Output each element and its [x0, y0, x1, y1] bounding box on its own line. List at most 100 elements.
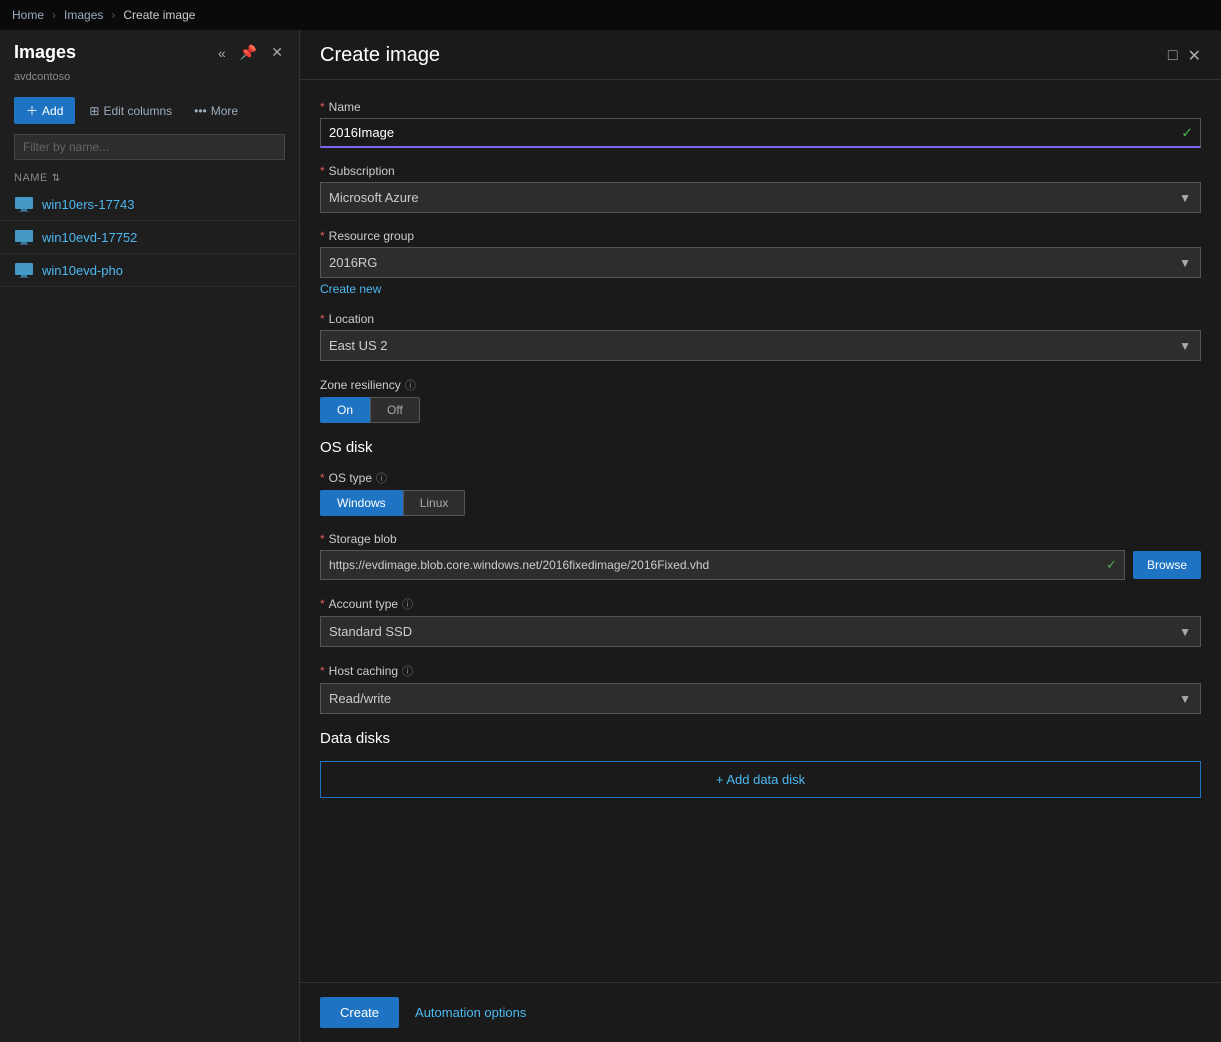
storage-blob-input[interactable] — [320, 550, 1125, 580]
vm-icon — [14, 260, 34, 280]
sidebar: Images « 📌 ✕ avdcontoso ＋ Add ⊞ Edit col… — [0, 30, 300, 1042]
edit-columns-icon: ⊞ — [89, 104, 99, 118]
storage-blob-label: * Storage blob — [320, 532, 1201, 546]
sort-icon: ⇅ — [52, 173, 60, 184]
sidebar-subtitle: avdcontoso — [0, 71, 299, 91]
add-button[interactable]: ＋ Add — [14, 97, 75, 124]
subscription-label-text: Subscription — [329, 164, 395, 178]
collapse-button[interactable]: « — [216, 43, 228, 63]
sidebar-title: Images — [14, 42, 76, 63]
sidebar-search — [14, 134, 285, 160]
name-label-text: Name — [329, 100, 361, 114]
host-caching-info-icon: ⓘ — [402, 663, 413, 679]
name-input[interactable] — [320, 118, 1201, 148]
sidebar-item-name: win10evd-17752 — [42, 230, 137, 245]
required-star: * — [320, 532, 325, 546]
required-star: * — [320, 664, 325, 678]
panel-footer: Create Automation options — [300, 982, 1221, 1042]
nav-sep2: › — [111, 8, 115, 22]
location-label-text: Location — [329, 312, 374, 326]
zone-resiliency-section: Zone resiliency ⓘ On Off — [320, 377, 1201, 423]
edit-columns-button[interactable]: ⊞ Edit columns — [81, 99, 180, 123]
zone-toggle-group: On Off — [320, 397, 1201, 423]
storage-blob-label-text: Storage blob — [329, 532, 397, 546]
subscription-select[interactable]: Microsoft Azure — [320, 182, 1201, 213]
data-disks-section: Data disks + Add data disk — [320, 730, 1201, 798]
os-disk-title: OS disk — [320, 439, 1201, 456]
panel-close-button[interactable]: ✕ — [1188, 46, 1201, 66]
name-column-header: NAME — [14, 172, 48, 184]
resource-group-select-wrap: 2016RG ▼ — [320, 247, 1201, 278]
account-type-info-icon: ⓘ — [402, 596, 413, 612]
data-disks-title: Data disks — [320, 730, 1201, 747]
resource-group-select[interactable]: 2016RG — [320, 247, 1201, 278]
name-label: * Name — [320, 100, 1201, 114]
add-icon: ＋ — [26, 102, 38, 119]
column-header: NAME ⇅ — [0, 168, 299, 188]
os-type-info-icon: ⓘ — [376, 470, 387, 486]
resource-group-label-text: Resource group — [329, 229, 414, 243]
topbar: Home › Images › Create image — [0, 0, 1221, 30]
location-field-section: * Location East US 2 ▼ — [320, 312, 1201, 361]
resource-group-label: * Resource group — [320, 229, 1201, 243]
sidebar-close-button[interactable]: ✕ — [269, 42, 285, 63]
pin-button[interactable]: 📌 — [238, 42, 259, 63]
panel-header: Create image □ ✕ — [300, 30, 1221, 80]
more-icon: ••• — [194, 104, 207, 118]
zone-on-button[interactable]: On — [320, 397, 370, 423]
os-disk-section: OS disk * OS type ⓘ Windows Linux — [320, 439, 1201, 714]
browse-button[interactable]: Browse — [1133, 551, 1201, 579]
host-caching-select-wrap: Read/write ▼ — [320, 683, 1201, 714]
required-star: * — [320, 597, 325, 611]
required-star: * — [320, 229, 325, 243]
automation-options-button[interactable]: Automation options — [415, 1005, 526, 1020]
more-label: More — [211, 104, 238, 118]
subscription-label: * Subscription — [320, 164, 1201, 178]
sidebar-item-name: win10ers-17743 — [42, 197, 135, 212]
create-button[interactable]: Create — [320, 997, 399, 1028]
host-caching-label: * Host caching ⓘ — [320, 663, 1201, 679]
nav-home[interactable]: Home — [12, 8, 44, 22]
name-field-section: * Name ✓ — [320, 100, 1201, 148]
list-item[interactable]: win10evd-pho — [0, 254, 299, 287]
storage-valid-icon: ✓ — [1106, 557, 1117, 573]
os-type-label: * OS type ⓘ — [320, 470, 1201, 486]
sidebar-item-name: win10evd-pho — [42, 263, 123, 278]
sidebar-icons: « 📌 ✕ — [216, 42, 285, 63]
location-select-wrap: East US 2 ▼ — [320, 330, 1201, 361]
location-select[interactable]: East US 2 — [320, 330, 1201, 361]
panel-body: * Name ✓ * Subscription Microsoft Azure — [300, 80, 1221, 982]
required-star: * — [320, 100, 325, 114]
storage-blob-input-wrap: ✓ — [320, 550, 1125, 580]
nav-sep1: › — [52, 8, 56, 22]
host-caching-select[interactable]: Read/write — [320, 683, 1201, 714]
create-new-link[interactable]: Create new — [320, 282, 381, 296]
add-data-disk-button[interactable]: + Add data disk — [320, 761, 1201, 798]
zone-resiliency-label: Zone resiliency ⓘ — [320, 377, 1201, 393]
os-type-label-text: OS type — [329, 471, 372, 485]
panel-header-icons: □ ✕ — [1168, 46, 1201, 66]
search-input[interactable] — [14, 134, 285, 160]
required-star: * — [320, 164, 325, 178]
spacer — [320, 798, 1201, 982]
location-label: * Location — [320, 312, 1201, 326]
os-windows-button[interactable]: Windows — [320, 490, 403, 516]
account-type-select-wrap: Standard SSD ▼ — [320, 616, 1201, 647]
zone-off-button[interactable]: Off — [370, 397, 420, 423]
more-button[interactable]: ••• More — [186, 99, 246, 123]
main-layout: Images « 📌 ✕ avdcontoso ＋ Add ⊞ Edit col… — [0, 30, 1221, 1042]
nav-current: Create image — [123, 8, 195, 22]
account-type-select[interactable]: Standard SSD — [320, 616, 1201, 647]
nav-images[interactable]: Images — [64, 8, 103, 22]
os-linux-button[interactable]: Linux — [403, 490, 466, 516]
account-type-label-text: Account type — [329, 597, 398, 611]
vm-icon — [14, 227, 34, 247]
os-type-section: * OS type ⓘ Windows Linux — [320, 470, 1201, 516]
host-caching-label-text: Host caching — [329, 664, 398, 678]
list-item[interactable]: win10evd-17752 — [0, 221, 299, 254]
maximize-button[interactable]: □ — [1168, 46, 1178, 66]
create-image-panel: Create image □ ✕ * Name ✓ — [300, 30, 1221, 1042]
list-item[interactable]: win10ers-17743 — [0, 188, 299, 221]
storage-blob-row: ✓ Browse — [320, 550, 1201, 580]
zone-info-icon: ⓘ — [405, 377, 416, 393]
